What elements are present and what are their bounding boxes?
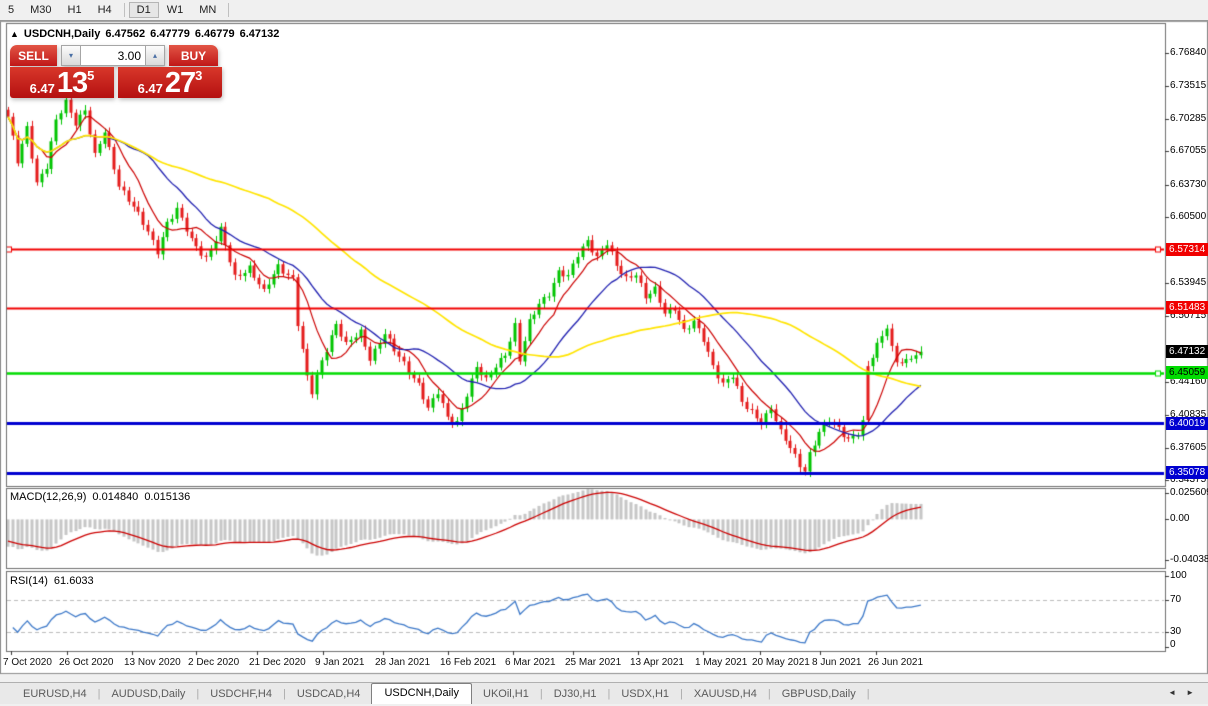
rsi-label: RSI(14) 61.6033: [10, 575, 94, 587]
date-tick-label: 25 Mar 2021: [565, 657, 621, 668]
price-tick-label: 6.53945: [1170, 278, 1208, 288]
price-tick-label: 6.70285: [1170, 114, 1208, 124]
sell-button[interactable]: SELL: [10, 45, 57, 66]
macd-tick-label: 0.00: [1170, 514, 1208, 524]
chart-tab-XAUUSD-H4[interactable]: XAUUSD,H4: [683, 685, 768, 704]
volume-input[interactable]: [81, 45, 145, 66]
buy-price-pips: 27: [165, 70, 195, 96]
price-low: 6.46779: [195, 28, 235, 40]
level-price-badge: 6.51483: [1166, 301, 1208, 314]
rsi-tick-label: 0: [1170, 640, 1208, 650]
rsi-tick-label: 30: [1170, 627, 1208, 637]
date-tick-label: 20 May 2021: [752, 657, 810, 668]
chart-tab-GBPUSD-Daily[interactable]: GBPUSD,Daily: [771, 685, 867, 704]
date-tick-label: 26 Jun 2021: [868, 657, 923, 668]
price-close: 6.47132: [240, 28, 280, 40]
buy-price-base: 6.47: [138, 81, 163, 96]
price-tick-label: 6.76840: [1170, 48, 1208, 58]
macd-value-signal: 0.015136: [144, 491, 190, 503]
date-tick-label: 16 Feb 2021: [440, 657, 496, 668]
date-tick-label: 6 Mar 2021: [505, 657, 556, 668]
sell-price-base: 6.47: [30, 81, 55, 96]
date-tick-label: 7 Oct 2020: [3, 657, 52, 668]
spread-decrease-button[interactable]: ▾: [61, 45, 81, 66]
chart-tab-USDCHF-H4[interactable]: USDCHF,H4: [199, 685, 283, 704]
sell-price-pips: 13: [57, 70, 87, 96]
current-price-badge: 6.47132: [1166, 345, 1208, 358]
price-open: 6.47562: [105, 28, 145, 40]
symbol-timeframe: USDCNH,Daily: [24, 28, 100, 40]
chart-tab-DJ30-H1[interactable]: DJ30,H1: [543, 685, 608, 704]
level-price-badge: 6.40019: [1166, 417, 1208, 430]
date-tick-label: 1 May 2021: [695, 657, 747, 668]
rsi-tick-label: 100: [1170, 571, 1208, 581]
chart-tab-USDCNH-Daily[interactable]: USDCNH,Daily: [371, 683, 472, 704]
rsi-name: RSI(14): [10, 575, 48, 587]
date-tick-label: 21 Dec 2020: [249, 657, 306, 668]
chart-tab-USDCAD-H4[interactable]: USDCAD,H4: [286, 685, 372, 704]
date-tick-label: 9 Jan 2021: [315, 657, 365, 668]
date-tick-label: 13 Nov 2020: [124, 657, 181, 668]
macd-tick-label: 0.025609: [1170, 488, 1208, 498]
tab-separator: |: [867, 685, 870, 704]
price-tick-label: 6.37605: [1170, 443, 1208, 453]
date-tick-label: 8 Jun 2021: [812, 657, 862, 668]
price-tick-label: 6.67055: [1170, 146, 1208, 156]
chart-tab-AUDUSD-Daily[interactable]: AUDUSD,Daily: [100, 685, 196, 704]
chart-tab-USDX-H1[interactable]: USDX,H1: [610, 685, 680, 704]
date-tick-label: 13 Apr 2021: [630, 657, 684, 668]
chart-canvas[interactable]: [0, 0, 1208, 706]
buy-price-point: 3: [195, 68, 202, 83]
one-click-trade-panel: SELL ▾ ▴ BUY 6.47 13 5 6.47 27 3: [10, 45, 222, 98]
buy-button[interactable]: BUY: [169, 45, 218, 66]
rsi-value: 61.6033: [54, 575, 94, 587]
chart-tab-EURUSD-H4[interactable]: EURUSD,H4: [12, 685, 98, 704]
tab-scroll-left-icon[interactable]: ◄: [1168, 688, 1176, 697]
level-price-badge: 6.57314: [1166, 243, 1208, 256]
date-tick-label: 28 Jan 2021: [375, 657, 430, 668]
price-tick-label: 6.73515: [1170, 81, 1208, 91]
date-tick-label: 2 Dec 2020: [188, 657, 239, 668]
buy-price-quote[interactable]: 6.47 27 3: [118, 67, 222, 98]
sell-price-point: 5: [87, 68, 94, 83]
tab-scroll-arrows: ◄ ►: [1168, 688, 1194, 697]
macd-label: MACD(12,26,9) 0.014840 0.015136: [10, 491, 190, 503]
sell-price-quote[interactable]: 6.47 13 5: [10, 67, 114, 98]
macd-name: MACD(12,26,9): [10, 491, 86, 503]
price-high: 6.47779: [150, 28, 190, 40]
price-tick-label: 6.63730: [1170, 180, 1208, 190]
rsi-tick-label: 70: [1170, 595, 1208, 605]
level-price-badge: 6.35078: [1166, 466, 1208, 479]
macd-value-main: 0.014840: [92, 491, 138, 503]
symbol-tabs-bar: EURUSD,H4|AUDUSD,Daily|USDCHF,H4|USDCAD,…: [0, 682, 1208, 704]
chart-tab-UKOil-H1[interactable]: UKOil,H1: [472, 685, 540, 704]
collapse-panel-icon[interactable]: ▲: [10, 29, 19, 39]
macd-tick-label: -0.040386: [1170, 555, 1208, 565]
date-tick-label: 26 Oct 2020: [59, 657, 113, 668]
tab-scroll-right-icon[interactable]: ►: [1186, 688, 1194, 697]
spread-increase-button[interactable]: ▴: [145, 45, 165, 66]
chart-title: ▲ USDCNH,Daily 6.47562 6.47779 6.46779 6…: [10, 28, 279, 40]
trading-terminal: 5M30H1H4D1W1MN ▲ USDCNH,Daily 6.47562 6.…: [0, 0, 1208, 706]
price-tick-label: 6.60500: [1170, 212, 1208, 222]
level-price-badge: 6.45059: [1166, 366, 1208, 379]
